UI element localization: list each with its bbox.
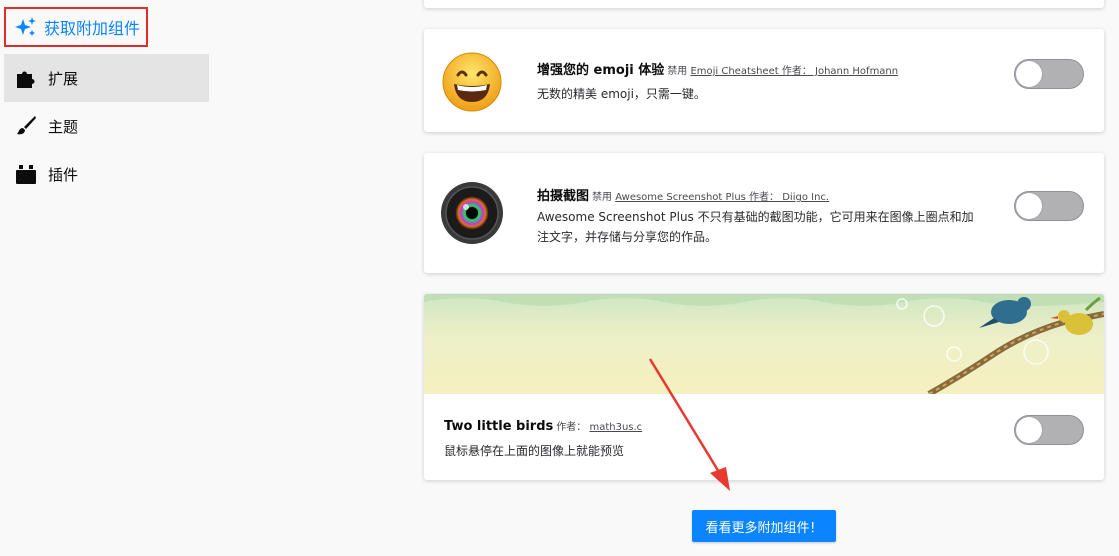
addon-name: 拍摄截图 — [537, 189, 590, 204]
sidebar-item-plugins[interactable]: 插件 — [4, 150, 209, 198]
sidebar: 获取附加组件 扩展 主题 插件 — [0, 0, 215, 556]
theme-preview-image[interactable] — [424, 294, 1104, 394]
addon-status: 禁用 — [592, 192, 613, 203]
theme-enable-toggle[interactable] — [1014, 415, 1084, 445]
addon-title: 拍摄截图 禁用 Awesome Screenshot Plus 作者： Diigo… — [537, 185, 829, 204]
addon-name: 增强您的 emoji 体验 — [537, 63, 665, 78]
addon-description: Awesome Screenshot Plus 不只有基础的截图功能，它可用来在… — [537, 210, 974, 244]
theme-title: Two little birds 作者： math3us.c — [444, 418, 642, 434]
addon-status: 禁用 — [667, 66, 688, 77]
theme-author-link[interactable]: math3us.c — [589, 422, 642, 433]
puzzle-icon — [17, 71, 35, 88]
theme-description: 鼠标悬停在上面的图像上就能预览 — [444, 444, 625, 458]
addon-homepage-link[interactable]: Awesome Screenshot Plus 作者： Diigo Inc. — [615, 192, 829, 203]
get-addons-label: 获取附加组件 — [44, 19, 141, 38]
emoji-icon — [442, 52, 502, 112]
sidebar-item-label: 插件 — [48, 165, 79, 184]
sparkle-icon — [15, 17, 36, 36]
brush-icon — [17, 116, 36, 135]
theme-name: Two little birds — [444, 419, 554, 434]
plugin-icon — [16, 165, 36, 184]
sidebar-item-label: 主题 — [48, 117, 79, 136]
sidebar-item-label: 扩展 — [48, 69, 79, 88]
addon-enable-toggle[interactable] — [1014, 59, 1084, 89]
toggle-knob — [1016, 417, 1042, 443]
addon-description: 无数的精美 emoji，只需一键。 — [537, 87, 706, 101]
camera-lens-icon — [441, 182, 503, 244]
addon-card[interactable]: 增强您的 emoji 体验 禁用 Emoji Cheatsheet 作者： Joh… — [424, 29, 1104, 132]
theme-card[interactable]: Two little birds 作者： math3us.c 鼠标悬停在上面的图像… — [424, 294, 1104, 480]
addon-card-partial — [424, 0, 1104, 8]
addon-enable-toggle[interactable] — [1014, 191, 1084, 221]
sidebar-item-themes[interactable]: 主题 — [4, 102, 209, 150]
theme-author-prefix: 作者： — [556, 422, 587, 433]
sidebar-item-extensions[interactable]: 扩展 — [4, 54, 209, 102]
get-addons-link[interactable]: 获取附加组件 — [4, 7, 148, 47]
toggle-knob — [1016, 61, 1042, 87]
more-addons-button[interactable]: 看看更多附加组件！ — [692, 510, 836, 542]
toggle-knob — [1016, 193, 1042, 219]
addon-homepage-link[interactable]: Emoji Cheatsheet 作者： Johann Hofmann — [690, 66, 898, 77]
addon-title: 增强您的 emoji 体验 禁用 Emoji Cheatsheet 作者： Joh… — [537, 59, 898, 78]
addon-card[interactable]: 拍摄截图 禁用 Awesome Screenshot Plus 作者： Diigo… — [424, 153, 1104, 273]
